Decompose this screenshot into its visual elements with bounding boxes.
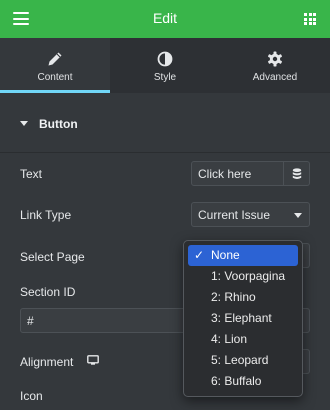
- header-title: Edit: [152, 10, 178, 26]
- section-header-button[interactable]: Button: [0, 93, 330, 153]
- link-type-value: Current Issue: [198, 208, 271, 222]
- caret-down-icon: [20, 121, 28, 126]
- database-icon: [292, 168, 302, 179]
- dynamic-tags-button[interactable]: [284, 161, 310, 186]
- tab-content[interactable]: Content: [0, 38, 110, 93]
- tab-advanced-label: Advanced: [252, 72, 298, 83]
- grid-icon[interactable]: [304, 13, 316, 25]
- editor-header: Edit: [0, 0, 330, 38]
- alignment-label: Alignment: [20, 355, 74, 369]
- text-label: Text: [20, 167, 43, 181]
- desktop-icon[interactable]: [87, 355, 99, 366]
- section-title: Button: [39, 117, 78, 131]
- panel-tabs: Content Style Advanced: [0, 38, 330, 93]
- dropdown-option[interactable]: 3: Elephant: [188, 308, 298, 329]
- dropdown-option[interactable]: 5: Leopard: [188, 350, 298, 371]
- select-page-dropdown: ✓ None 1: Voorpagina 2: Rhino 3: Elephan…: [183, 240, 303, 397]
- icon-label: Icon: [20, 389, 43, 403]
- tab-style-label: Style: [153, 72, 177, 83]
- dropdown-option[interactable]: 4: Lion: [188, 329, 298, 350]
- tab-content-label: Content: [37, 72, 73, 83]
- text-input[interactable]: Click here: [191, 161, 284, 186]
- dropdown-option[interactable]: 2: Rhino: [188, 287, 298, 308]
- dropdown-option[interactable]: 6: Buffalo: [188, 371, 298, 392]
- link-type-select[interactable]: Current Issue: [191, 202, 310, 227]
- pencil-icon: [48, 52, 62, 66]
- select-page-label: Select Page: [20, 250, 85, 264]
- section-id-label: Section ID: [20, 285, 76, 299]
- chevron-down-icon: [294, 213, 302, 218]
- dropdown-option[interactable]: 1: Voorpagina: [188, 266, 298, 287]
- half-circle-icon: [157, 51, 173, 67]
- dropdown-option[interactable]: ✓ None: [188, 245, 298, 266]
- gear-icon: [268, 51, 282, 67]
- checkmark-icon: ✓: [194, 248, 205, 262]
- tab-advanced[interactable]: Advanced: [220, 38, 330, 93]
- tab-style[interactable]: Style: [110, 38, 220, 93]
- link-type-label: Link Type: [20, 208, 72, 222]
